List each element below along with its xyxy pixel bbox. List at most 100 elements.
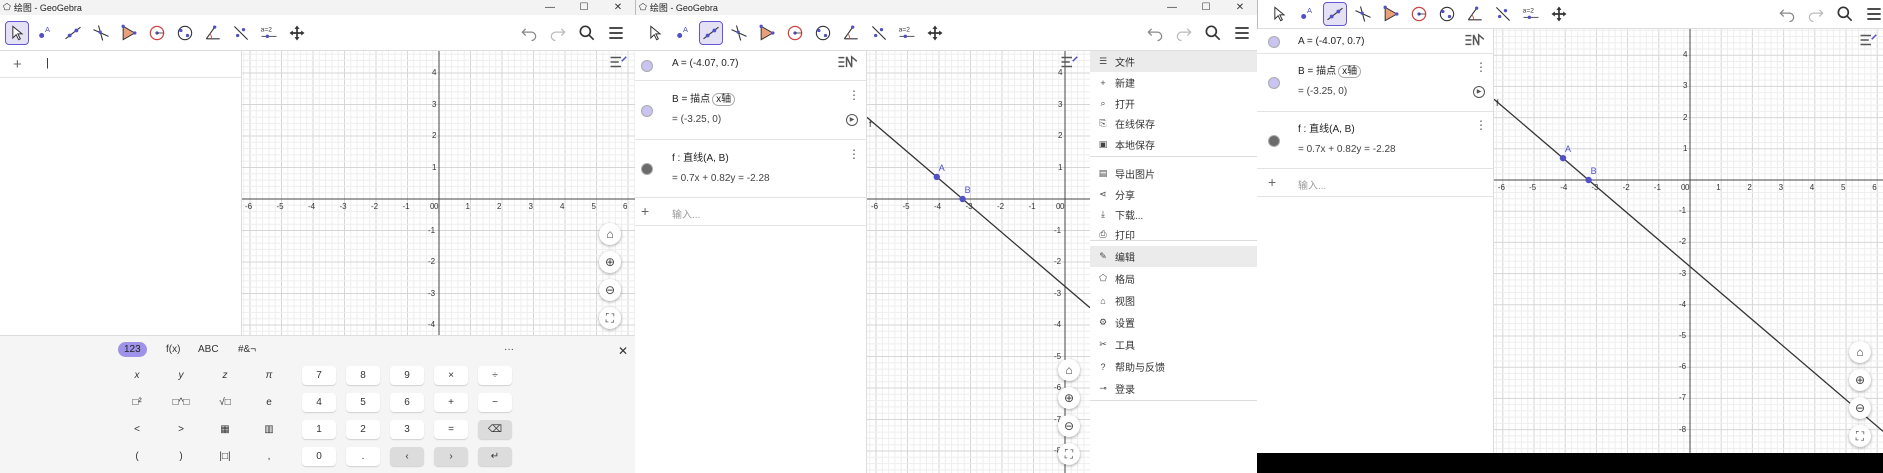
key[interactable]: π <box>252 366 286 385</box>
angle-tool[interactable] <box>839 21 863 45</box>
move-tool[interactable] <box>5 21 29 45</box>
search-button[interactable] <box>575 21 599 45</box>
circle-three-points-tool[interactable] <box>811 21 835 45</box>
redo-button[interactable] <box>1172 21 1196 45</box>
circle-tool[interactable] <box>1407 2 1431 26</box>
circle-tool[interactable] <box>783 21 807 45</box>
more-options-icon[interactable]: ⋮ <box>1475 61 1487 73</box>
move-tool[interactable] <box>1267 2 1291 26</box>
play-button[interactable]: ▶ <box>1473 86 1485 98</box>
angle-tool[interactable] <box>1463 2 1487 26</box>
key[interactable]: 5 <box>346 393 380 412</box>
key[interactable]: . <box>346 447 380 466</box>
key[interactable]: ↵ <box>478 447 512 466</box>
key[interactable]: x <box>120 366 154 385</box>
graphics-view[interactable]: -6 -5 -4 -3 -2 -1 0 1 2 3 4 5 6 0 4 3 2 1 -1 -2 -3 -4 ⌂ ⊕ ⊖ ⛶ <box>242 51 635 335</box>
key[interactable]: z <box>208 366 242 385</box>
algebra-input-row[interactable]: + 输入... <box>1257 169 1493 197</box>
keyboard-tab-2[interactable]: f(x) <box>160 342 186 357</box>
visibility-toggle[interactable] <box>641 104 653 117</box>
menu-open[interactable]: ⌕ 打开 <box>1090 93 1257 114</box>
visibility-toggle[interactable] <box>1268 134 1280 147</box>
visibility-toggle[interactable] <box>1268 77 1280 89</box>
algebra-item-b[interactable]: B = 描点 x轴 = (-3.25, 0) ⋮ ▶ <box>635 81 866 140</box>
slider-tool[interactable]: a=2 <box>257 21 281 45</box>
key[interactable]: − <box>478 393 512 412</box>
menu-download[interactable]: ⤓ 下载... <box>1090 204 1257 225</box>
keyboard-close-icon[interactable]: ✕ <box>612 342 634 360</box>
input-cursor[interactable]: | <box>46 57 49 69</box>
algebra-item-f[interactable]: f : 直线(A, B) = 0.7x + 0.82y = -2.28 ⋮ <box>1257 112 1493 169</box>
search-button[interactable] <box>1201 21 1225 45</box>
graphics-view[interactable]: -6 -5 -4 -3 -2 -1 0 1 2 3 4 5 6 0 4 3 2 1 -1 -2 -3 -4 -5 -6 -7 -8… <box>1494 29 1883 453</box>
circle-three-points-tool[interactable] <box>173 21 197 45</box>
home-button[interactable]: ⌂ <box>1849 341 1871 363</box>
keyboard-tab-4[interactable]: #&¬ <box>232 342 262 357</box>
key[interactable]: 0 <box>302 447 336 466</box>
maximize-button[interactable]: ☐ <box>567 0 601 15</box>
keyboard-tab-3[interactable]: ABC <box>192 342 225 357</box>
algebra-input[interactable]: 输入... <box>672 206 700 221</box>
perpendicular-tool[interactable] <box>727 21 751 45</box>
point-tool[interactable]: A <box>1295 2 1319 26</box>
reflect-tool[interactable] <box>1491 2 1515 26</box>
visibility-toggle[interactable] <box>641 163 653 175</box>
polygon-tool[interactable] <box>755 21 779 45</box>
more-options-icon[interactable]: ⋮ <box>848 148 860 160</box>
menu-sign-in[interactable]: ⊸ 登录 <box>1090 378 1257 399</box>
menu-save-online[interactable]: ⎘ 在线保存 <box>1090 113 1257 134</box>
circle-tool[interactable] <box>145 21 169 45</box>
zoom-out-button[interactable]: ⊖ <box>1849 397 1871 419</box>
algebra-item-a[interactable]: A = (-4.07, 0.7) <box>1257 29 1493 54</box>
close-button[interactable]: ✕ <box>601 0 635 15</box>
polygon-tool[interactable] <box>117 21 141 45</box>
move-view-tool[interactable] <box>923 21 947 45</box>
menu-export-image[interactable]: ▤ 导出图片 <box>1090 163 1257 184</box>
algebra-input[interactable]: 输入... <box>1298 177 1326 192</box>
menu-edit[interactable]: ✎ 编辑 <box>1090 246 1257 267</box>
line-tool[interactable] <box>1323 2 1347 26</box>
undo-button[interactable] <box>517 21 541 45</box>
add-icon[interactable]: + <box>13 56 22 73</box>
graphics-settings-button[interactable] <box>609 55 629 71</box>
key[interactable]: □² <box>120 393 154 412</box>
algebra-item-a[interactable]: A = (-4.07, 0.7) <box>635 51 866 81</box>
key[interactable]: ‹ <box>390 447 424 466</box>
point-tool[interactable]: A <box>33 21 57 45</box>
redo-button[interactable] <box>1804 2 1828 26</box>
hamburger-menu-button[interactable] <box>1230 21 1254 45</box>
key[interactable]: |□| <box>208 447 242 466</box>
key[interactable]: 2 <box>346 420 380 439</box>
move-tool[interactable] <box>643 21 667 45</box>
key[interactable]: y <box>164 366 198 385</box>
menu-settings[interactable]: ⚙ 设置 <box>1090 312 1257 333</box>
undo-button[interactable] <box>1143 21 1167 45</box>
redo-button[interactable] <box>546 21 570 45</box>
point-tool[interactable]: A <box>671 21 695 45</box>
graphics-view[interactable]: -6-5-4-3-2-1004321-1-2-3-4-5-6-7-8ABf⌂⊕⊖… <box>867 51 1090 473</box>
home-button[interactable]: ⌂ <box>1058 359 1080 381</box>
fullscreen-button[interactable]: ⛶ <box>1058 443 1080 465</box>
polygon-tool[interactable] <box>1379 2 1403 26</box>
key[interactable]: , <box>252 447 286 466</box>
algebra-item-f[interactable]: f : 直线(A, B) = 0.7x + 0.82y = -2.28 ⋮ <box>635 140 866 198</box>
key[interactable]: 3 <box>390 420 424 439</box>
line-f[interactable] <box>867 116 1090 309</box>
algebra-item-b[interactable]: B = 描点 x轴 = (-3.25, 0) ⋮ ▶ <box>1257 54 1493 112</box>
minimize-button[interactable]: — <box>1155 0 1189 15</box>
close-button[interactable]: ✕ <box>1223 0 1257 15</box>
key[interactable]: = <box>434 420 468 439</box>
perpendicular-tool[interactable] <box>89 21 113 45</box>
move-view-tool[interactable] <box>1547 2 1571 26</box>
graphics-settings-button[interactable] <box>1060 55 1080 71</box>
undo-button[interactable] <box>1775 2 1799 26</box>
menu-print[interactable]: ⎙ 打印 <box>1090 224 1257 245</box>
perpendicular-tool[interactable] <box>1351 2 1375 26</box>
description-mode-button[interactable] <box>837 55 859 71</box>
fullscreen-button[interactable]: ⛶ <box>1849 425 1871 447</box>
point-a[interactable] <box>1559 154 1567 162</box>
key[interactable]: ( <box>120 447 154 466</box>
keyboard-more-icon[interactable]: ··· <box>498 342 520 357</box>
slider-tool[interactable]: a=2 <box>1519 2 1543 26</box>
hamburger-menu-button[interactable] <box>604 21 628 45</box>
